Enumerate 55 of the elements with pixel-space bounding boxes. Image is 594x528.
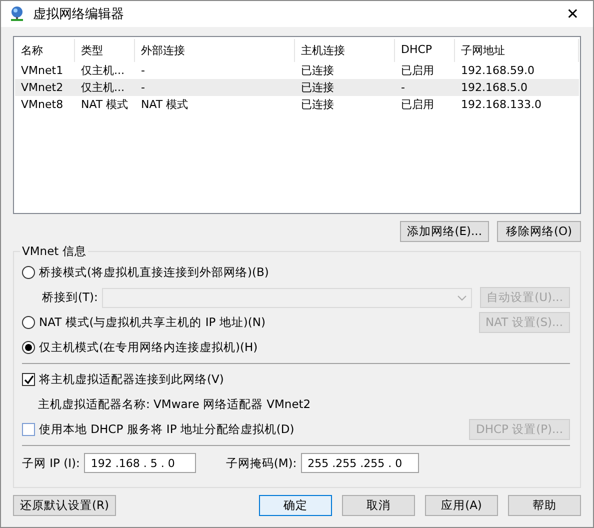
column-header[interactable]: 外部连接	[135, 39, 295, 62]
column-header[interactable]: 子网地址	[455, 39, 579, 62]
radio-button[interactable]	[22, 341, 35, 354]
table-cell-text: 已连接	[300, 63, 335, 78]
column-header[interactable]: 主机连接	[295, 39, 395, 62]
bridge-to-label: 桥接到(T):	[42, 290, 98, 305]
table-cell-text: 已启用	[400, 63, 435, 78]
dialog-button[interactable]: 应用(A)	[425, 495, 498, 516]
checkbox-label: 使用本地 DHCP 服务将 IP 地址分配给虚拟机(D)	[39, 422, 294, 437]
table-cell-text: NAT 模式	[80, 97, 130, 112]
adapter-name-text: 主机虚拟适配器名称: VMware 网络适配器 VMnet2	[37, 397, 311, 412]
column-header[interactable]: 类型	[75, 39, 135, 62]
table-cell-text: 已启用	[400, 97, 435, 112]
table-cell-text: 已连接	[300, 80, 335, 95]
window-title: 虚拟网络编辑器	[33, 6, 125, 23]
table-cell-text: 192.168.133.0	[460, 98, 542, 111]
radio-button[interactable]	[22, 316, 35, 329]
list-button[interactable]: 添加网络(E)...	[400, 221, 489, 242]
subnet-ip-label: 子网 IP (I):	[22, 456, 80, 470]
subnet-mask-label: 子网掩码(M):	[226, 456, 297, 470]
table-cell-text: -	[140, 64, 146, 77]
table-cell-text: 已连接	[300, 97, 335, 112]
group-title: VMnet 信息	[20, 244, 88, 259]
dialog-button[interactable]: 取消	[342, 495, 415, 516]
dialog-button[interactable]: 还原默认设置(R)	[13, 495, 116, 516]
network-row[interactable]: VMnet2 仅主机... - 已连接 - 192.168.5.0	[15, 79, 579, 96]
network-row[interactable]: VMnet8 NAT 模式 NAT 模式 已连接 已启用 192.168.133.0	[15, 96, 579, 113]
radio-label: NAT 模式(与虚拟机共享主机的 IP 地址)(N)	[39, 315, 266, 330]
table-cell-text: 仅主机...	[80, 80, 126, 95]
table-cell-text: VMnet2	[20, 81, 64, 94]
radio-label: 桥接模式(将虚拟机直接连接到外部网络)(B)	[39, 265, 269, 280]
column-header[interactable]: 名称	[15, 39, 75, 62]
checkbox[interactable]	[22, 373, 35, 386]
subnet-ip-field[interactable]: 192 .168 . 5 . 0	[84, 453, 196, 473]
dialog-button[interactable]: 帮助	[508, 495, 581, 516]
table-cell-text: -	[400, 81, 406, 94]
network-row[interactable]: VMnet1 仅主机... - 已连接 已启用 192.168.59.0	[15, 62, 579, 79]
radio-button[interactable]	[22, 266, 35, 279]
chevron-down-icon	[456, 294, 467, 300]
table-cell-text: -	[140, 81, 146, 94]
table-cell-text: NAT 模式	[140, 97, 190, 112]
table-cell-text: 192.168.59.0	[460, 64, 536, 77]
close-button[interactable]: ✕	[560, 5, 585, 23]
table-cell-text: 192.168.5.0	[460, 81, 528, 94]
table-cell-text: VMnet8	[20, 98, 64, 111]
radio-label: 仅主机模式(在专用网络内连接虚拟机)(H)	[39, 340, 258, 355]
column-header[interactable]: DHCP	[395, 39, 455, 62]
list-button[interactable]: 移除网络(O)	[497, 221, 581, 242]
table-cell-text: 仅主机...	[80, 63, 126, 78]
network-globe-icon	[9, 6, 25, 22]
checkbox-label: 将主机虚拟适配器连接到此网络(V)	[39, 372, 224, 387]
dialog-button[interactable]: 确定	[259, 495, 332, 516]
checkbox[interactable]	[22, 423, 35, 436]
table-cell-text: VMnet1	[20, 64, 64, 77]
subnet-mask-field[interactable]: 255 .255 .255 . 0	[300, 453, 419, 473]
